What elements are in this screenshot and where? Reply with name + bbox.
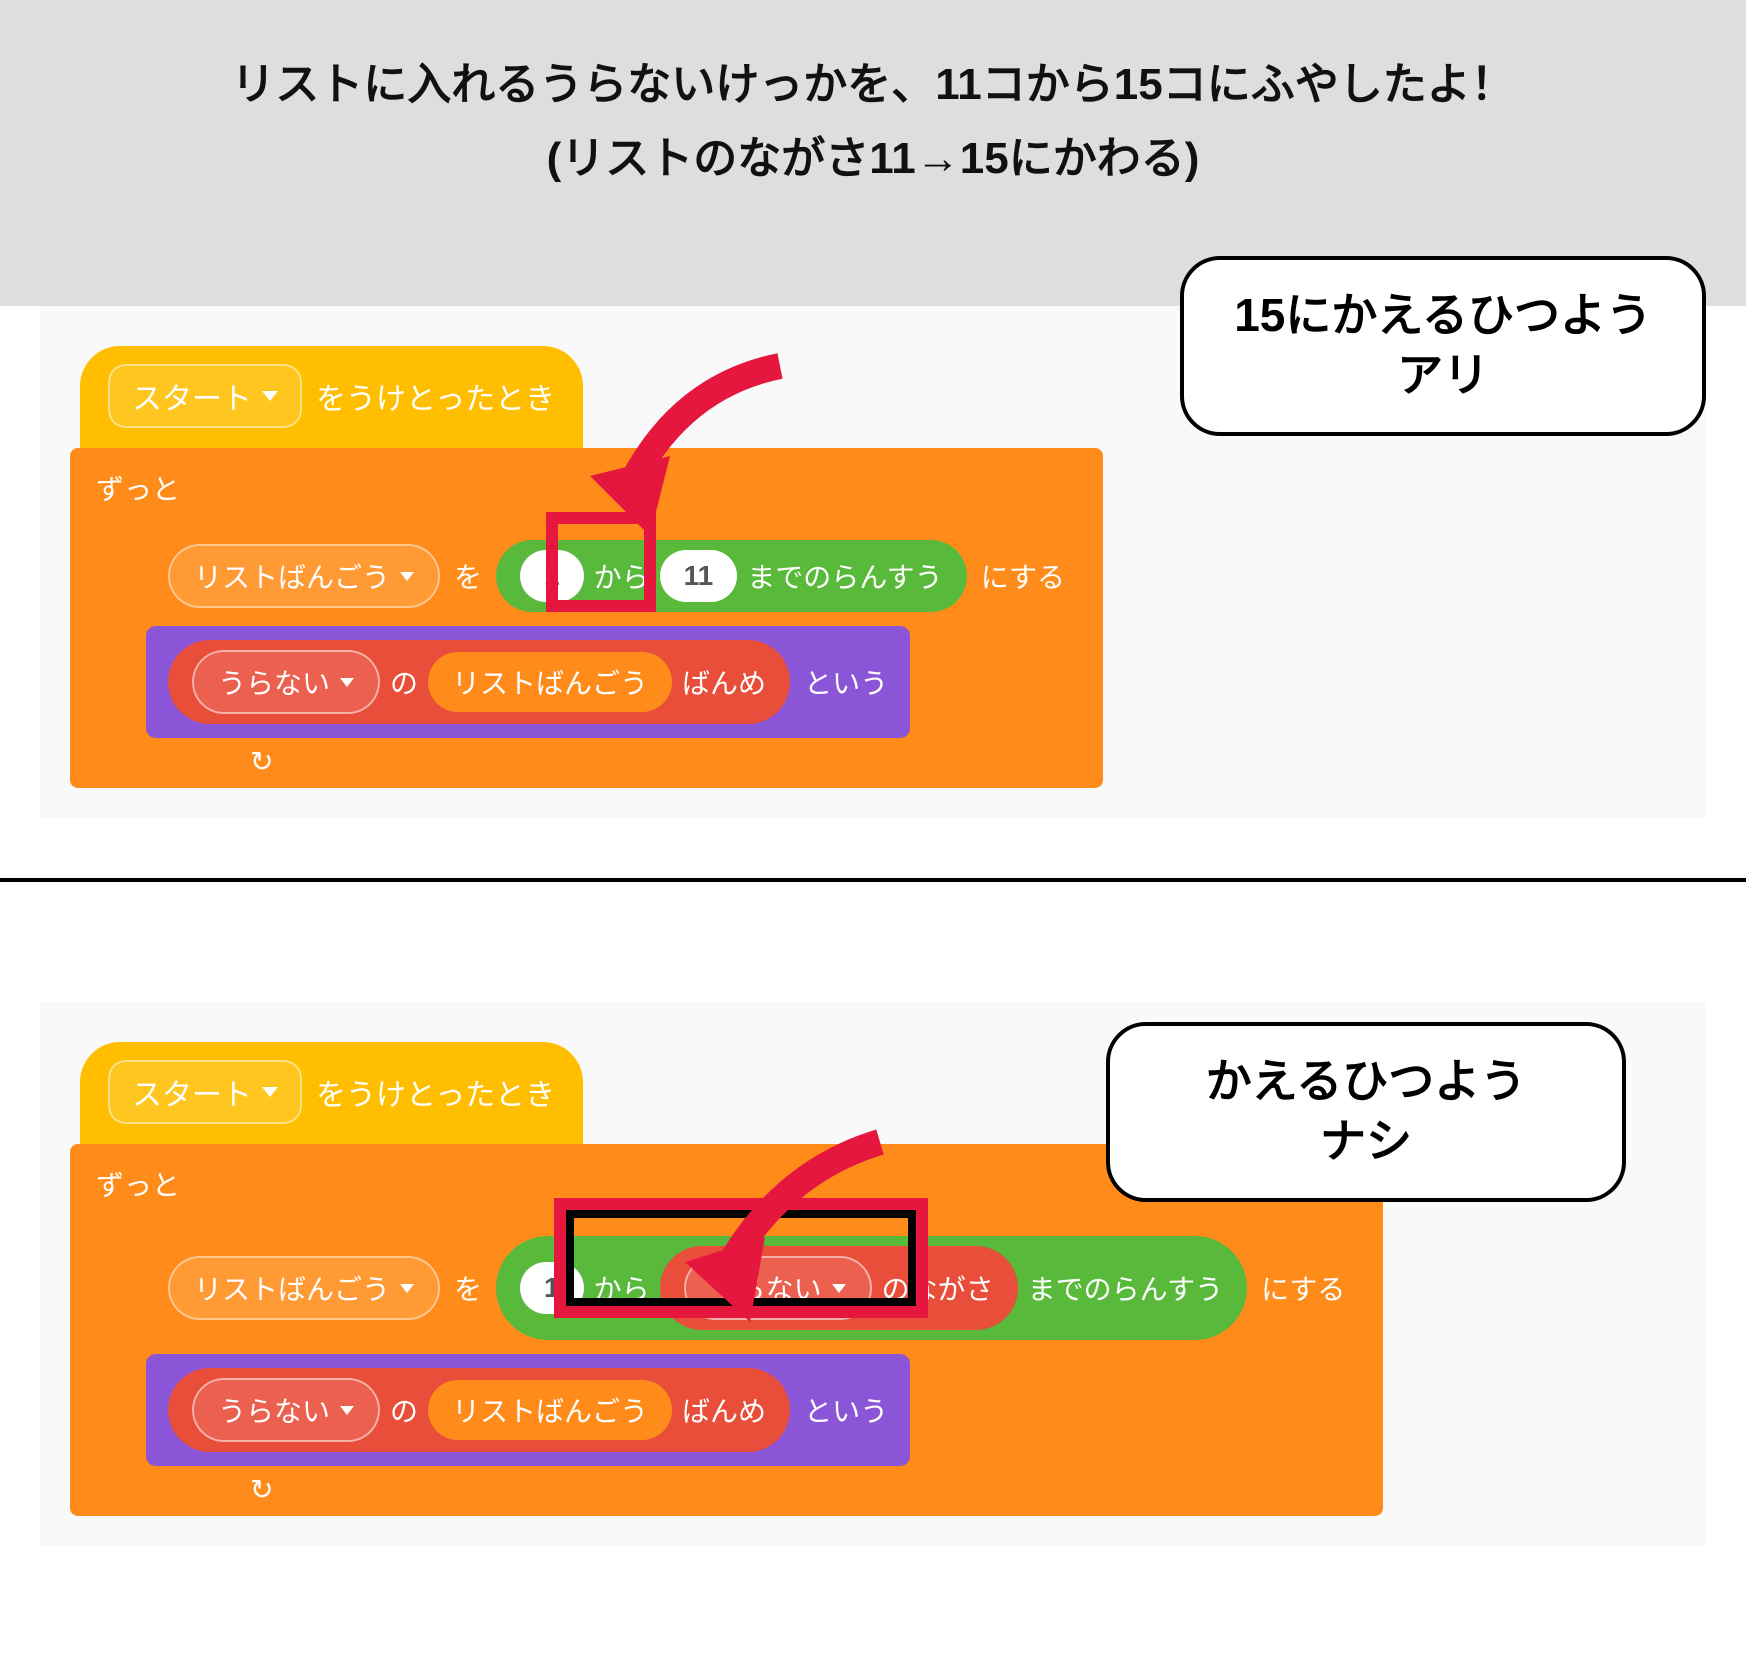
say-block[interactable]: うらない の リストばんごう ばんめ という [146,626,910,738]
say-suffix: という [804,1390,888,1430]
header-line2: (リストのながさ11→15にかわる) [40,122,1706,186]
set-suffix: にする [981,556,1065,596]
repeat-icon: ↻ [250,1473,273,1506]
random-reporter[interactable]: 1 から 11 までのらんすう [496,540,967,612]
random-suffix: までのらんすう [1028,1268,1223,1308]
arrow-top [580,346,810,546]
random-mid: から [594,1268,650,1308]
index-var-reporter[interactable]: リストばんごう [428,1380,672,1440]
chevron-down-icon [340,678,354,687]
hat-suffix: をうけとったとき [316,1070,555,1114]
list-item-label: ばんめ [682,662,766,702]
chevron-down-icon [400,572,414,581]
list-item-reporter[interactable]: うらない の リストばんごう ばんめ [168,1368,790,1452]
callout-bottom: かえるひつよう ナシ [1106,1022,1626,1202]
var-dropdown-label: リストばんごう [194,556,390,596]
random-mid: から [594,556,650,596]
list-item-label: ばんめ [682,1390,766,1430]
say-block[interactable]: うらない の リストばんごう ばんめ という [146,1354,910,1466]
random-suffix: までのらんすう [747,556,942,596]
arrow-bottom [670,1122,900,1322]
header-line1: リストに入れるうらないけっかを、11コから15コにふやしたよ！ [40,48,1706,112]
list-item-reporter[interactable]: うらない の リストばんごう ばんめ [168,640,790,724]
repeat-icon: ↻ [250,745,273,778]
random-to-input[interactable]: 11 [660,550,738,602]
list-of-label: の [390,1390,418,1430]
hat-dropdown-label: スタート [132,374,252,418]
list-dropdown[interactable]: うらない [192,1378,380,1442]
callout-top: 15にかえるひつよう アリ [1180,256,1706,436]
section-divider [0,878,1746,882]
index-var-reporter[interactable]: リストばんごう [428,652,672,712]
var-dropdown-label: リストばんごう [194,1268,390,1308]
list-of-label: の [390,662,418,702]
var-dropdown[interactable]: リストばんごう [168,544,440,608]
callout-bottom-line2: ナシ [1160,1112,1572,1172]
hat-suffix: をうけとったとき [316,374,555,418]
list-dropdown[interactable]: うらない [192,650,380,714]
random-from-input[interactable]: 1 [520,550,584,602]
list-dropdown-label: うらない [218,662,330,702]
hat-dropdown[interactable]: スタート [108,1060,302,1124]
callout-top-line1: 15にかえるひつよう [1234,286,1652,346]
section-top: 15にかえるひつよう アリ スタート をうけとったとき ずっと リ [0,306,1746,878]
set-suffix: にする [1261,1268,1345,1308]
hat-dropdown[interactable]: スタート [108,364,302,428]
hat-block[interactable]: スタート をうけとったとき [80,346,583,458]
set-to-label: を [454,556,482,596]
random-from-input[interactable]: 1 [520,1262,584,1314]
callout-top-line2: アリ [1234,346,1652,406]
chevron-down-icon [340,1406,354,1415]
list-dropdown-label: うらない [218,1390,330,1430]
chevron-down-icon [262,391,278,401]
hat-dropdown-label: スタート [132,1070,252,1114]
chevron-down-icon [400,1284,414,1293]
var-dropdown[interactable]: リストばんごう [168,1256,440,1320]
hat-block[interactable]: スタート をうけとったとき [80,1042,583,1154]
section-bottom: かえるひつよう ナシ スタート をうけとったとき ずっと リストば [0,1002,1746,1606]
say-suffix: という [804,662,888,702]
callout-bottom-line1: かえるひつよう [1160,1052,1572,1112]
chevron-down-icon [262,1087,278,1097]
set-to-label: を [454,1268,482,1308]
